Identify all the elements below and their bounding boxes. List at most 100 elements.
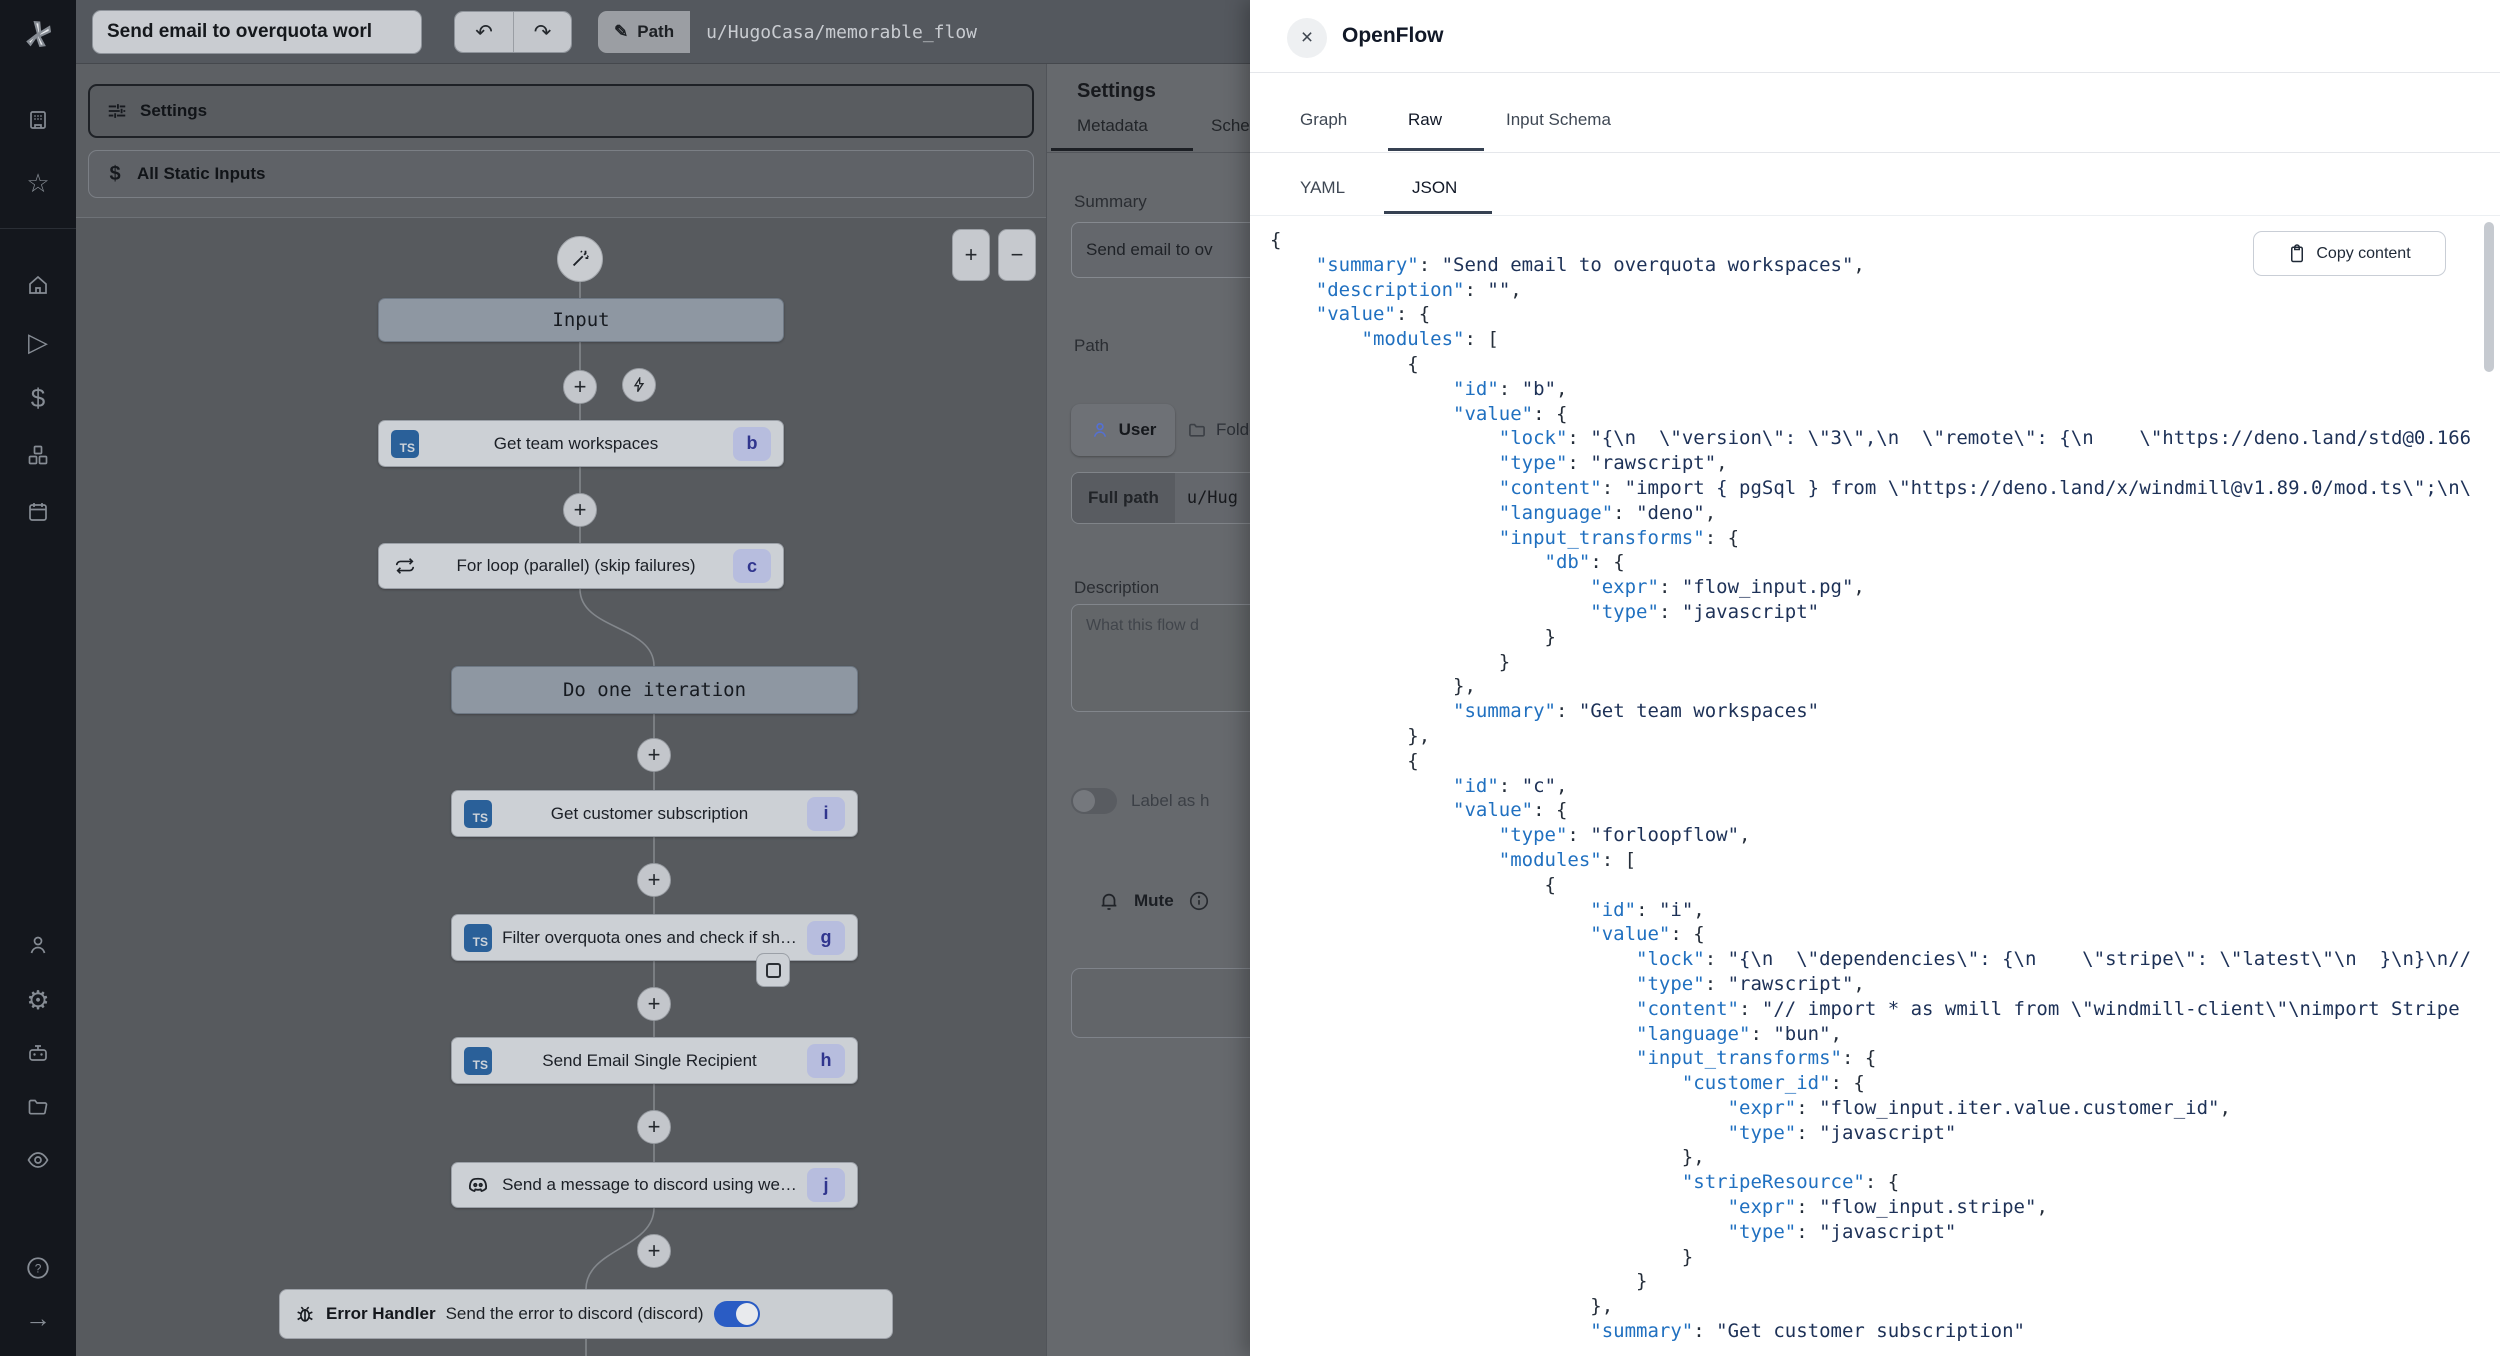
json-code-view[interactable]: { "summary": "Send email to overquota wo… <box>1270 228 2492 1356</box>
owner-folder-button[interactable]: Folder <box>1187 404 1250 456</box>
drawer-title: OpenFlow <box>1342 24 1444 48</box>
favorites-star-icon[interactable]: ☆ <box>0 161 76 205</box>
node-error-handler[interactable]: Error HandlerSend the error to discord (… <box>279 1289 893 1339</box>
tab-graph[interactable]: Graph <box>1300 110 1347 130</box>
node-get-team-workspaces[interactable]: TS Get team workspaces b <box>378 420 784 467</box>
zoom-out-button[interactable]: − <box>998 229 1036 281</box>
path-group: ✎ Path u/HugoCasa/memorable_flow <box>598 11 993 53</box>
json-code-line: "type": "javascript" <box>1270 600 2492 625</box>
add-step-button[interactable]: + <box>563 493 597 527</box>
close-icon[interactable]: × <box>1287 18 1327 58</box>
error-handler-toggle[interactable] <box>714 1301 760 1327</box>
json-code-line: { <box>1270 352 2492 377</box>
discord-icon <box>464 1173 492 1197</box>
redo-button[interactable]: ↷ <box>513 12 571 52</box>
runs-play-icon[interactable]: ▷ <box>0 320 76 364</box>
expand-arrow-icon[interactable]: → <box>0 1296 76 1340</box>
json-code-line: "input_transforms": { <box>1270 1046 2492 1071</box>
node-for-loop[interactable]: For loop (parallel) (skip failures) c <box>378 543 784 589</box>
json-code-line: "value": { <box>1270 302 2492 327</box>
bug-icon <box>294 1303 316 1325</box>
node-label: Send a message to discord using we… <box>492 1175 807 1195</box>
audit-eye-icon[interactable] <box>0 1138 76 1182</box>
owner-user-button[interactable]: User <box>1071 404 1175 456</box>
typescript-icon: TS <box>464 924 492 952</box>
undo-button[interactable]: ↶ <box>455 12 513 52</box>
mute-label[interactable]: Mute <box>1134 891 1174 911</box>
add-step-button[interactable]: + <box>637 1110 671 1144</box>
add-step-button[interactable]: + <box>563 370 597 404</box>
node-label: For loop (parallel) (skip failures) <box>419 556 733 576</box>
full-path-label: Full path <box>1072 473 1175 523</box>
add-step-button[interactable]: + <box>637 987 671 1021</box>
tab-metadata[interactable]: Metadata <box>1077 116 1148 136</box>
folder-icon <box>1187 420 1207 440</box>
settings-panel-title: Settings <box>1077 80 1156 103</box>
subtab-json[interactable]: JSON <box>1412 178 1457 198</box>
scrollbar-thumb[interactable] <box>2484 222 2494 372</box>
tabs-divider <box>1047 152 1250 153</box>
add-step-button[interactable]: + <box>637 738 671 772</box>
settings-gear-icon[interactable]: ⚙ <box>0 978 76 1022</box>
full-path-field[interactable]: Full path u/Hug <box>1071 472 1250 524</box>
flow-settings-button[interactable]: Settings <box>88 84 1034 138</box>
node-input[interactable]: Input <box>378 298 784 342</box>
node-filter-overquota[interactable]: TS Filter overquota ones and check if sh… <box>451 914 858 961</box>
node-discord-message[interactable]: Send a message to discord using we… j <box>451 1162 858 1208</box>
json-code-line: "expr": "flow_input.stripe", <box>1270 1195 2492 1220</box>
home-icon[interactable] <box>0 263 76 307</box>
variables-dollar-icon[interactable]: $ <box>0 376 76 420</box>
subtabs-divider <box>1250 215 2500 216</box>
path-label: Path <box>1074 336 1109 356</box>
json-code-line: "type": "javascript" <box>1270 1220 2492 1245</box>
ai-wand-button[interactable] <box>557 236 603 282</box>
description-textarea[interactable]: What this flow d <box>1071 604 1250 712</box>
node-get-customer-subscription[interactable]: TS Get customer subscription i <box>451 790 858 837</box>
undo-redo-group: ↶ ↷ <box>454 11 572 53</box>
json-code-line: "modules": [ <box>1270 327 2492 352</box>
node-send-email[interactable]: TS Send Email Single Recipient h <box>451 1037 858 1084</box>
add-step-button[interactable]: + <box>637 863 671 897</box>
active-subtab-underline <box>1384 211 1492 214</box>
workspace-icon[interactable] <box>0 98 76 142</box>
label-toggle[interactable] <box>1071 788 1117 814</box>
edit-path-button[interactable]: ✎ Path <box>598 11 690 53</box>
sidebar: ☆ ▷ $ ⚙ ? → <box>0 0 76 1356</box>
folders-icon[interactable] <box>0 1085 76 1129</box>
add-trigger-button[interactable] <box>622 368 656 402</box>
all-static-inputs-button[interactable]: $ All Static Inputs <box>88 150 1034 198</box>
resources-cubes-icon[interactable] <box>0 433 76 477</box>
users-person-icon[interactable] <box>0 923 76 967</box>
windmill-logo-icon[interactable] <box>0 12 76 56</box>
settings-empty-field[interactable] <box>1071 968 1250 1038</box>
json-code-line: "expr": "flow_input.pg", <box>1270 575 2492 600</box>
node-label: Filter overquota ones and check if sh… <box>492 928 807 948</box>
help-icon[interactable]: ? <box>0 1246 76 1290</box>
subtab-yaml[interactable]: YAML <box>1300 178 1345 198</box>
json-code-line: "input_transforms": { <box>1270 526 2492 551</box>
tab-schema[interactable]: Schema <box>1211 116 1250 136</box>
json-code-line: "id": "b", <box>1270 377 2492 402</box>
tab-input-schema[interactable]: Input Schema <box>1506 110 1611 130</box>
stop-early-button[interactable] <box>756 953 790 987</box>
json-code-line: "modules": [ <box>1270 848 2492 873</box>
json-code-line: "type": "rawscript", <box>1270 451 2492 476</box>
node-do-one-iteration[interactable]: Do one iteration <box>451 666 858 714</box>
node-label: Get customer subscription <box>492 804 807 824</box>
tab-raw[interactable]: Raw <box>1408 110 1442 130</box>
node-id-badge: h <box>807 1044 845 1078</box>
schedules-calendar-icon[interactable] <box>0 490 76 534</box>
node-label: Get team workspaces <box>419 434 733 454</box>
active-tab-underline <box>1388 148 1484 151</box>
zoom-in-button[interactable]: + <box>952 229 990 281</box>
toggle-knob <box>736 1303 758 1325</box>
workers-robot-icon[interactable] <box>0 1031 76 1075</box>
pencil-icon: ✎ <box>614 22 628 42</box>
flow-name-input[interactable] <box>92 10 422 54</box>
flow-graph-canvas[interactable]: + − Input + TS Get team workspaces b + F… <box>76 217 1046 1356</box>
json-code-line: "customer_id": { <box>1270 1071 2492 1096</box>
summary-input[interactable]: Send email to ov <box>1071 222 1250 278</box>
flow-settings-label: Settings <box>140 101 207 121</box>
json-code-line: "type": "forloopflow", <box>1270 823 2492 848</box>
add-step-button[interactable]: + <box>637 1234 671 1268</box>
